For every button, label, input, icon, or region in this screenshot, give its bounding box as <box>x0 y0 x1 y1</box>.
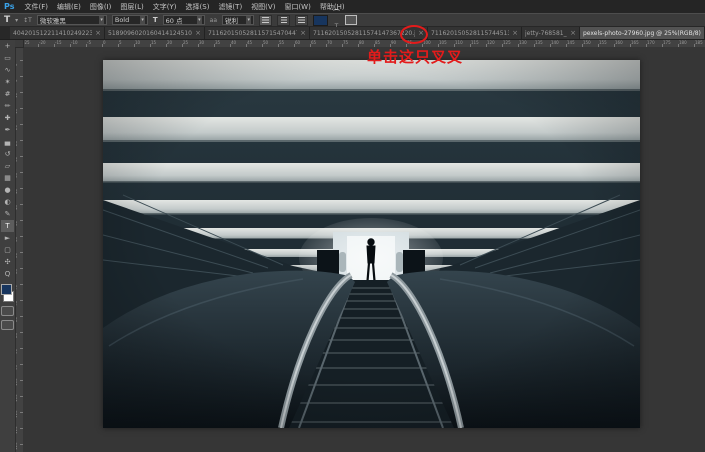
tools-panel: +▭∿✶#✏✚✒▄↺▱▦●◐✎T►▢✣Q <box>0 40 16 452</box>
align-center-button[interactable] <box>277 15 290 26</box>
align-center-icon <box>281 17 287 23</box>
chevron-down-icon[interactable]: ▾ <box>140 16 145 24</box>
chevron-down-icon[interactable]: ▾ <box>197 16 202 24</box>
toggle-panels-icon[interactable] <box>345 15 357 25</box>
align-left-button[interactable] <box>259 15 272 26</box>
hand-tool-icon[interactable]: ✣ <box>1 256 14 268</box>
font-family-select[interactable]: 微软雅黑 ▾ <box>37 15 107 25</box>
screen-mode-button[interactable] <box>1 320 14 330</box>
gradient-tool-icon[interactable]: ▦ <box>1 172 14 184</box>
photoshop-window: Ps 文件(F) 编辑(E) 图像(I) 图层(L) 文字(Y) 选择(S) 滤… <box>0 0 705 452</box>
move-tool-icon[interactable]: + <box>1 40 14 52</box>
type-tool-icon[interactable]: T <box>1 220 14 232</box>
history-brush-tool-icon[interactable]: ↺ <box>1 148 14 160</box>
menu-edit[interactable]: 编辑(E) <box>57 2 81 12</box>
ps-logo: Ps <box>4 2 14 11</box>
clone-stamp-tool-icon[interactable]: ▄ <box>1 136 14 148</box>
marquee-tool-icon[interactable]: ▭ <box>1 52 14 64</box>
ruler-corner <box>15 40 24 48</box>
align-left-icon <box>262 17 269 23</box>
dodge-tool-icon[interactable]: ◐ <box>1 196 14 208</box>
menu-view[interactable]: 视图(V) <box>251 2 275 12</box>
zoom-tool-icon[interactable]: Q <box>1 268 14 280</box>
tab-5[interactable]: 71162015052811574451371382.jpg × <box>428 27 522 39</box>
color-swatches <box>1 284 14 302</box>
quick-mask-button[interactable] <box>1 306 14 316</box>
align-right-button[interactable] <box>295 15 308 26</box>
tab-2[interactable]: 5189096020160414124510062.jpg × <box>105 27 205 39</box>
tab-close-icon[interactable]: × <box>300 29 306 37</box>
menu-type[interactable]: 文字(Y) <box>153 2 177 12</box>
warp-arc-icon <box>333 9 340 13</box>
tool-options-bar: T ▾ ↕T 微软雅黑 ▾ Bold ▾ T 60 点 ▾ aa 锐利 ▾ T <box>0 13 705 27</box>
chevron-down-icon[interactable]: ▾ <box>246 16 251 24</box>
eyedropper-tool-icon[interactable]: ✏ <box>1 100 14 112</box>
lasso-tool-icon[interactable]: ∿ <box>1 64 14 76</box>
path-select-tool-icon[interactable]: ► <box>1 232 14 244</box>
tab-close-icon[interactable]: × <box>195 29 201 37</box>
blur-tool-icon[interactable]: ● <box>1 184 14 196</box>
align-right-icon <box>298 17 305 23</box>
foreground-color-swatch[interactable] <box>1 284 12 295</box>
eraser-tool-icon[interactable]: ▱ <box>1 160 14 172</box>
tab-close-icon[interactable]: × <box>512 29 518 37</box>
tab-1[interactable]: 4042015122114102492231706.jpg × <box>10 27 105 39</box>
tab-4[interactable]: 71162015052811574147367220.jpg × <box>310 27 428 39</box>
menu-select[interactable]: 选择(S) <box>186 2 210 12</box>
tab-6[interactable]: jetty-768581_1920.jpg × <box>522 27 580 39</box>
menu-bar: Ps 文件(F) 编辑(E) 图像(I) 图层(L) 文字(Y) 选择(S) 滤… <box>0 0 705 14</box>
magic-wand-tool-icon[interactable]: ✶ <box>1 76 14 88</box>
type-tool-options-icon: T <box>4 15 10 25</box>
menu-filter[interactable]: 滤镜(T) <box>218 2 242 12</box>
anti-alias-select[interactable]: 锐利 ▾ <box>222 15 254 25</box>
font-size-select[interactable]: 60 点 ▾ <box>163 15 205 25</box>
text-color-swatch[interactable] <box>313 15 328 26</box>
tab-close-icon-circled[interactable]: × <box>418 29 424 37</box>
anti-alias-icon: aa <box>210 17 217 24</box>
escalator-photo[interactable] <box>103 60 640 428</box>
tool-preset-dropdown-icon[interactable]: ▾ <box>15 17 18 24</box>
tab-3[interactable]: 71162015052811571547044746.jpg × <box>205 27 310 39</box>
chevron-down-icon[interactable]: ▾ <box>99 16 104 24</box>
crop-tool-icon[interactable]: # <box>1 88 14 100</box>
brush-tool-icon[interactable]: ✒ <box>1 124 14 136</box>
healing-brush-tool-icon[interactable]: ✚ <box>1 112 14 124</box>
tab-close-icon[interactable]: × <box>570 29 576 37</box>
tab-7-active[interactable]: pexels-photo-27960.jpg @ 25%(RGB/8) <box>580 27 705 39</box>
menu-window[interactable]: 窗口(W) <box>284 2 310 12</box>
shape-tool-icon[interactable]: ▢ <box>1 244 14 256</box>
tab-close-icon[interactable]: × <box>95 29 101 37</box>
text-orientation-icon[interactable]: ↕T <box>23 17 32 24</box>
font-size-icon: T <box>153 15 158 25</box>
menu-file[interactable]: 文件(F) <box>24 2 48 12</box>
tools-list: +▭∿✶#✏✚✒▄↺▱▦●◐✎T►▢✣Q <box>1 40 14 280</box>
pen-tool-icon[interactable]: ✎ <box>1 208 14 220</box>
font-style-select[interactable]: Bold ▾ <box>112 15 148 25</box>
document-tab-bar: 4042015122114102492231706.jpg × 51890960… <box>0 27 705 40</box>
annotation-text: 单击这只叉叉 <box>340 46 490 67</box>
menu-image[interactable]: 图像(I) <box>90 2 112 12</box>
menu-layer[interactable]: 图层(L) <box>120 2 143 12</box>
